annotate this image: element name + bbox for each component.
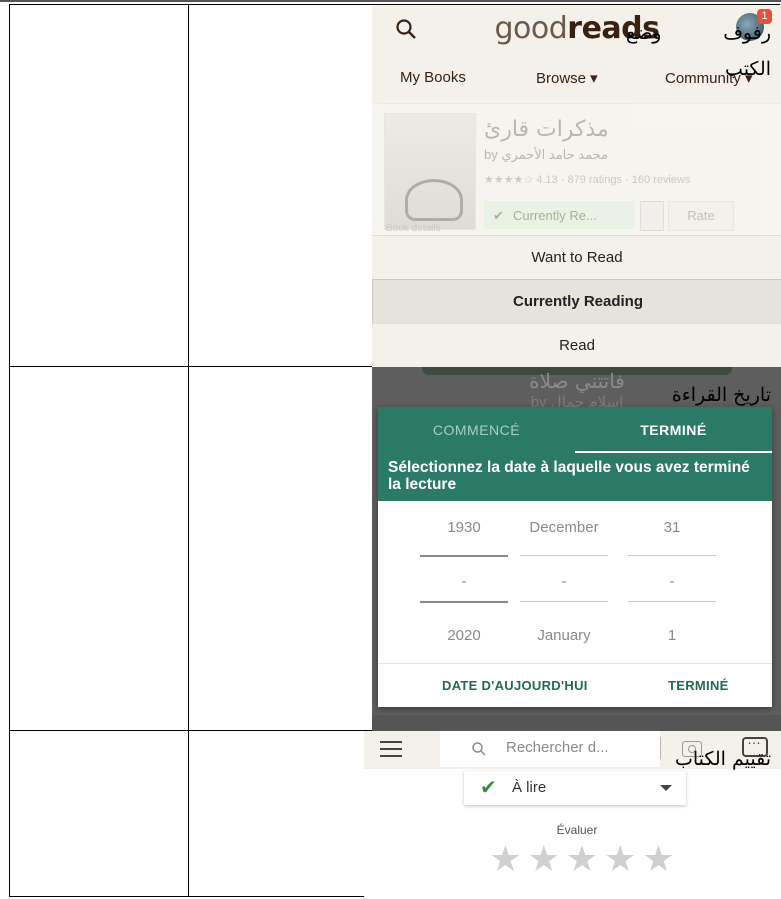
table-row: Rechercher d... ✔ À lire Évaluer ★★★★★	[9, 730, 781, 897]
tab-started[interactable]: COMMENCÉ	[378, 407, 575, 453]
top-rule	[0, 0, 781, 2]
shelf-status-label: Currently Re...	[513, 208, 597, 223]
row-label-rating: تقييم الكتاب	[674, 748, 771, 770]
label-cell: رفوف وضع الكتب	[617, 4, 780, 367]
star-1-icon[interactable]: ★	[489, 837, 521, 881]
picker-value-bottom: January	[537, 627, 591, 644]
star-2-icon[interactable]: ★	[528, 837, 560, 881]
book-cover	[384, 113, 476, 230]
table-row: goodreads 1 My Books Browse ▾ Community …	[9, 4, 781, 367]
empty-cell	[9, 366, 189, 731]
picker-divider	[520, 601, 608, 602]
nav-browse[interactable]: Browse ▾	[536, 69, 598, 87]
document-table: goodreads 1 My Books Browse ▾ Community …	[9, 4, 781, 897]
hamburger-menu-icon[interactable]	[380, 741, 402, 757]
book-details-link[interactable]: Book details	[386, 223, 440, 234]
label-cell: تاريخ القراءة	[617, 366, 780, 731]
month-picker[interactable]: December - January	[518, 501, 610, 663]
picker-divider	[420, 601, 508, 603]
year-picker[interactable]: 1930 - 2020	[418, 501, 510, 663]
table-row: فاتتني صلاة by اسلام جمال COMMENCÉ TERMI…	[9, 366, 781, 731]
picker-value-bottom: 2020	[447, 627, 481, 644]
picker-value-top: 1930	[447, 519, 481, 536]
book-cover-art	[405, 179, 463, 221]
picker-value-top: December	[529, 519, 599, 536]
row-label-shelves: رفوف وضع الكتب	[626, 22, 771, 80]
picker-value-selected: -	[561, 573, 567, 590]
book-author: by محمد حامد الأحمري	[484, 147, 608, 162]
empty-cell	[9, 4, 189, 367]
shelf-select-value: À lire	[512, 779, 547, 796]
screenshot-cell-rating: Rechercher d... ✔ À lire Évaluer ★★★★★	[188, 730, 781, 897]
screenshot-cell-reading-date: فاتتني صلاة by اسلام جمال COMMENCÉ TERMI…	[188, 366, 781, 731]
checkmark-icon: ✔	[480, 777, 497, 799]
today-date-button[interactable]: DATE D'AUJOURD'HUI	[442, 678, 588, 693]
nav-my-books[interactable]: My Books	[400, 69, 466, 86]
search-icon	[472, 742, 486, 756]
checkmark-icon: ✔	[493, 208, 504, 223]
empty-cell	[9, 730, 189, 897]
picker-value-selected: -	[461, 573, 467, 590]
picker-divider	[420, 555, 508, 557]
label-cell: تقييم الكتاب	[617, 730, 780, 897]
book-title: مذكرات قارئ	[484, 117, 609, 142]
search-placeholder: Rechercher d...	[506, 739, 609, 756]
star-3-icon[interactable]: ★	[566, 837, 598, 881]
logo-part-light: good	[494, 11, 568, 46]
picker-divider	[520, 555, 608, 556]
screenshot-cell-shelves: goodreads 1 My Books Browse ▾ Community …	[188, 4, 781, 367]
shelf-status-button[interactable]: ✔ Currently Re...	[484, 201, 634, 229]
row-label-reading-date: تاريخ القراءة	[671, 384, 771, 406]
